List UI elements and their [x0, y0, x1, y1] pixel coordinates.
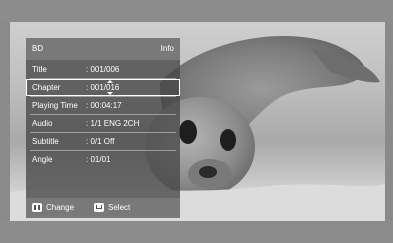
- info-panel: BD Info Title : 001/006 Chapter : 001/01…: [26, 38, 180, 218]
- row-value: : 001/016: [86, 83, 120, 92]
- row-value: : 00:04:17: [86, 101, 122, 110]
- panel-footer: Change Select: [26, 198, 180, 218]
- info-row-chapter[interactable]: Chapter : 001/016: [26, 79, 180, 96]
- row-label: Chapter: [32, 83, 61, 92]
- video-screen: BD Info Title : 001/006 Chapter : 001/01…: [10, 22, 385, 221]
- enter-icon: [94, 203, 104, 212]
- row-label: Audio: [32, 119, 53, 128]
- row-value: : 001/006: [86, 65, 120, 74]
- info-row-angle[interactable]: Angle : 01/01: [26, 151, 180, 168]
- top-letterbox: [0, 0, 393, 22]
- info-row-playing-time[interactable]: Playing Time : 00:04:17: [26, 97, 180, 114]
- row-label: Subtitle: [32, 137, 59, 146]
- panel-header: BD Info: [26, 38, 180, 60]
- bottom-letterbox: [0, 221, 393, 243]
- row-label: Angle: [32, 155, 53, 164]
- row-value: : 01/01: [86, 155, 111, 164]
- info-row-audio[interactable]: Audio : 1/1 ENG 2CH: [26, 115, 180, 132]
- row-value: : 0/1 Off: [86, 137, 115, 146]
- down-arrow-icon: [107, 92, 113, 95]
- select-hint: Select: [108, 203, 131, 212]
- info-row-title[interactable]: Title : 001/006: [26, 61, 180, 78]
- row-label: Title: [32, 65, 47, 74]
- change-hint: Change: [46, 203, 75, 212]
- info-row-subtitle[interactable]: Subtitle : 0/1 Off: [26, 133, 180, 150]
- panel-title: Info: [160, 44, 174, 53]
- row-label: Playing Time: [32, 101, 78, 110]
- row-value: : 1/1 ENG 2CH: [86, 119, 140, 128]
- left-right-icon: [32, 203, 42, 212]
- disc-type: BD: [32, 44, 44, 53]
